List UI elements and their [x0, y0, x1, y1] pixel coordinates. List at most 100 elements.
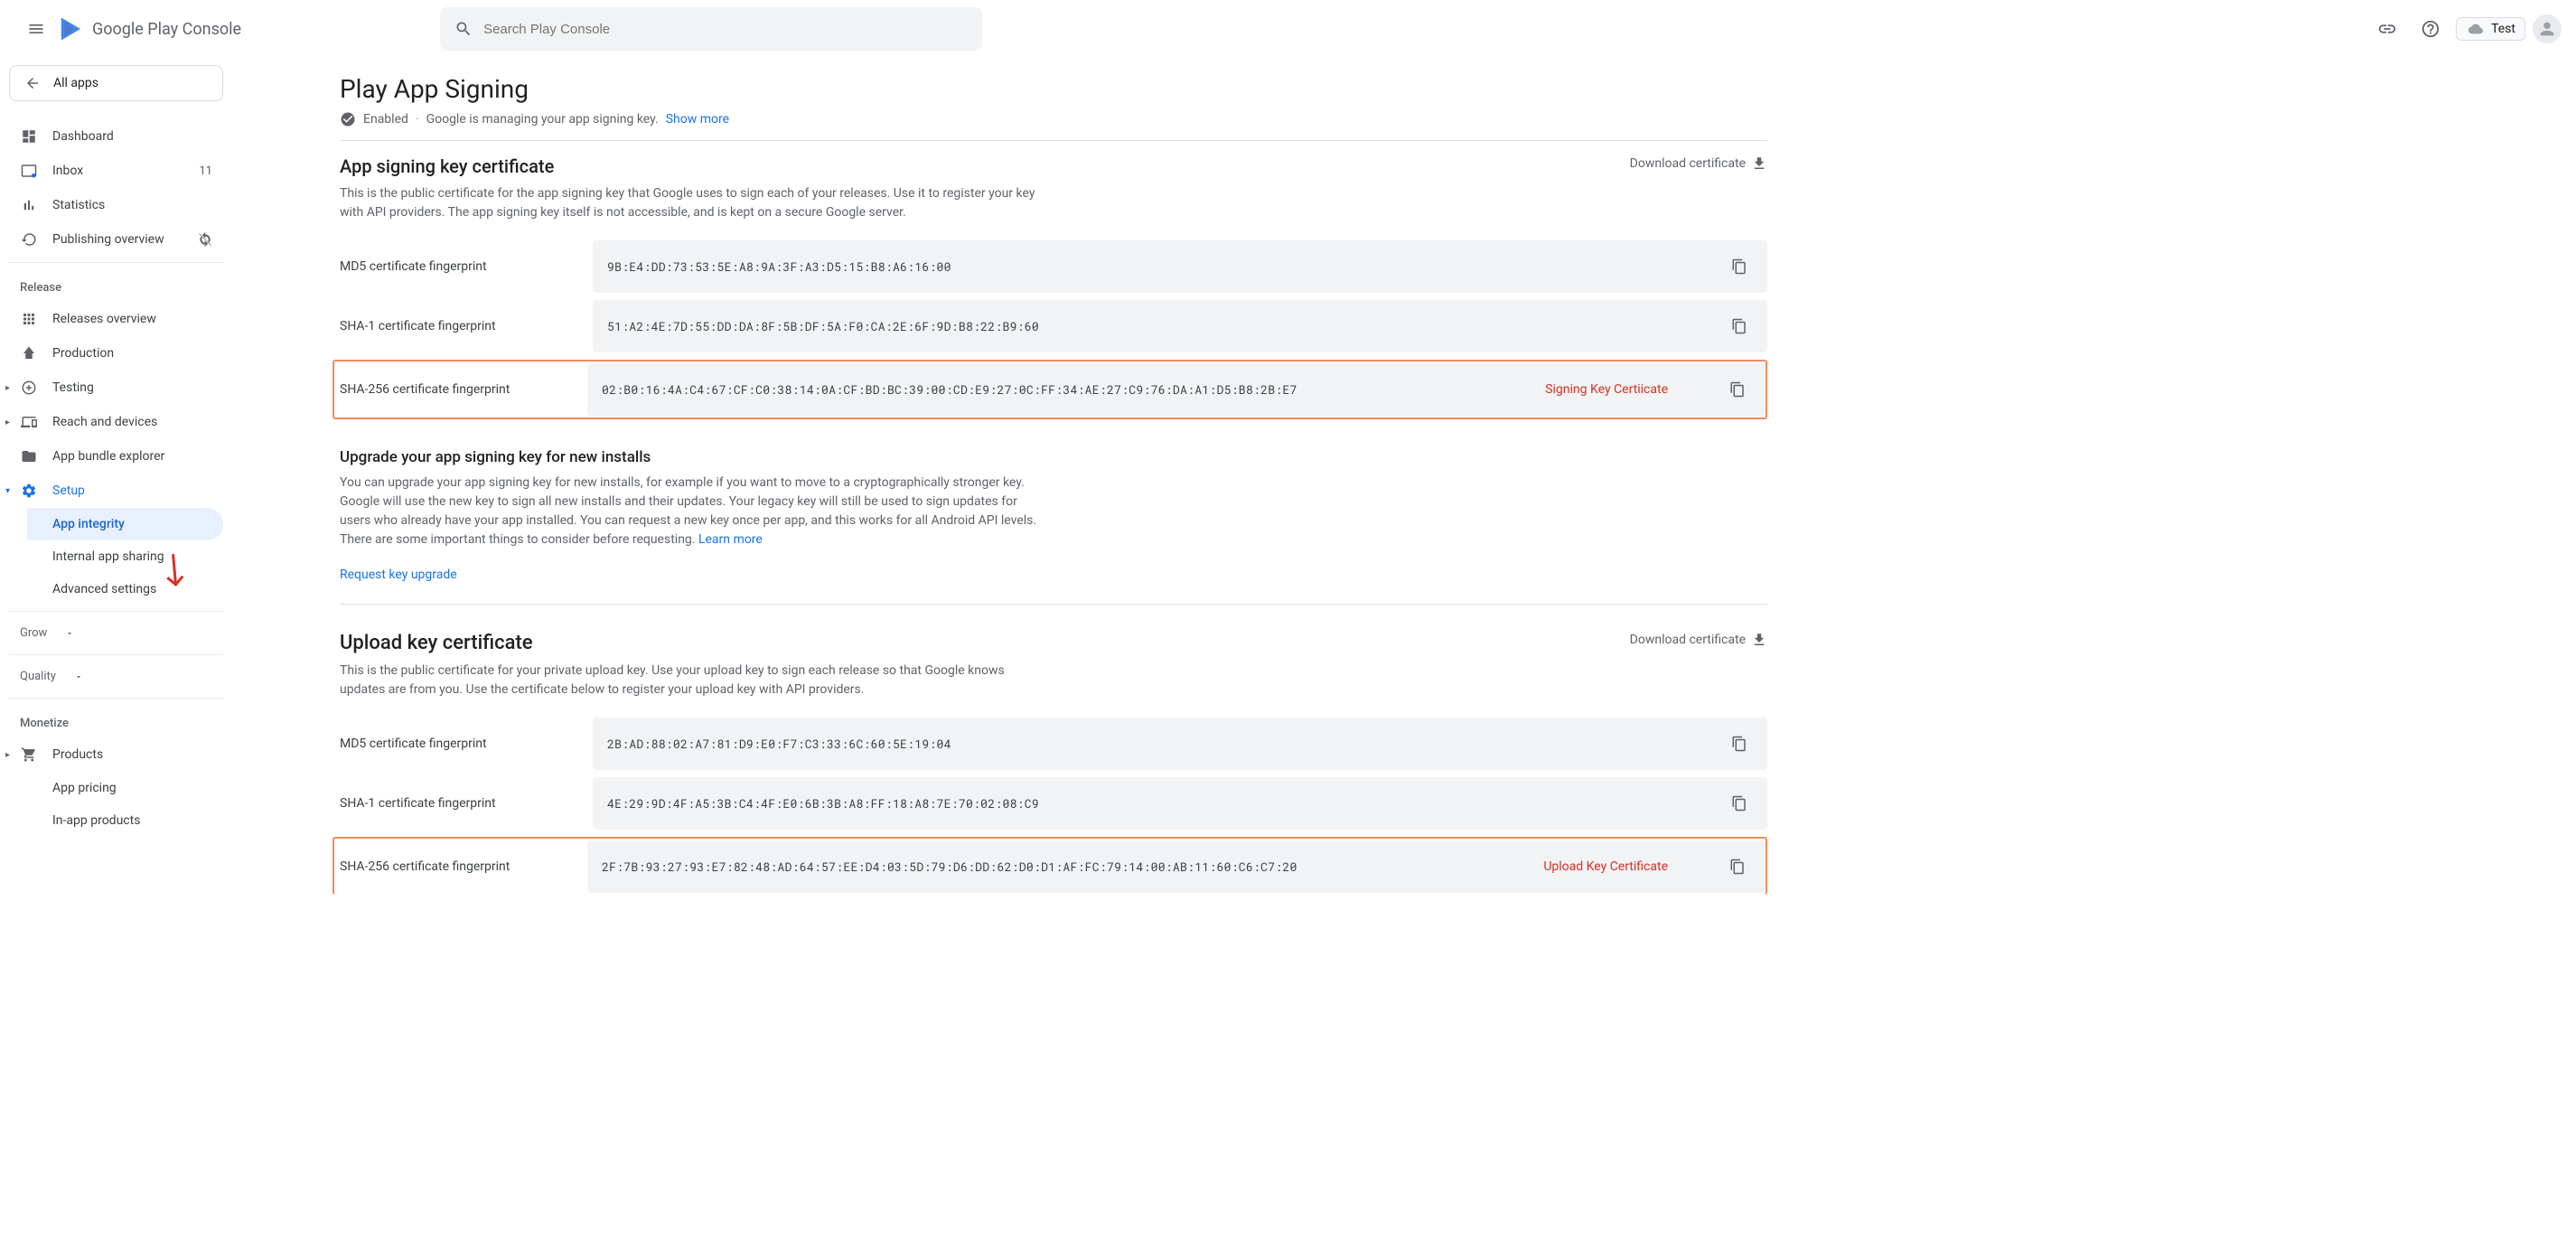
download-icon	[1751, 155, 1767, 172]
header-actions: Test	[2369, 11, 2562, 47]
sync-off-icon	[198, 232, 212, 247]
copy-button[interactable]	[1726, 313, 1753, 340]
upload-annotation: Upload Key Certificate	[1543, 859, 1713, 874]
fp-value: 4E:29:9D:4F:A5:3B:C4:4F:E0:6B:3B:A8:FF:1…	[607, 795, 1039, 812]
nav-label: Reach and devices	[52, 415, 157, 429]
learn-more-link[interactable]: Learn more	[698, 532, 763, 547]
signing-sha256-highlight: SHA-256 certificate fingerprint 02:B0:16…	[333, 360, 1767, 419]
nav-testing[interactable]: Testing	[9, 371, 223, 405]
nav-label: Testing	[52, 380, 94, 395]
search-box[interactable]	[440, 7, 982, 51]
nav-publishing[interactable]: Publishing overview	[9, 222, 223, 257]
devices-icon	[21, 414, 37, 430]
nav-setup[interactable]: Setup	[9, 474, 223, 508]
nav-dashboard[interactable]: Dashboard	[9, 119, 223, 154]
nav-advanced-settings[interactable]: Advanced settings	[9, 573, 223, 605]
upload-sha1-row: SHA-1 certificate fingerprint 4E:29:9D:4…	[340, 777, 1767, 830]
app-selector[interactable]: Test	[2456, 17, 2525, 41]
nav-label: Statistics	[52, 198, 105, 212]
upload-md5-row: MD5 certificate fingerprint 2B:AD:88:02:…	[340, 718, 1767, 770]
top-header: Google Play Console Test	[0, 0, 2576, 58]
sidebar: All apps Dashboard Inbox 11 Statistics P…	[0, 58, 231, 938]
copy-icon	[1729, 859, 1746, 875]
help-button[interactable]	[2412, 11, 2449, 47]
nav-releases-overview[interactable]: Releases overview	[9, 302, 223, 336]
status-row: Enabled · Google is managing your app si…	[340, 111, 1767, 141]
copy-button[interactable]	[1724, 376, 1751, 403]
show-more-link[interactable]: Show more	[666, 112, 729, 127]
publish-icon	[21, 231, 37, 248]
nav-label: Dashboard	[52, 129, 114, 144]
signing-section-title: App signing key certificate	[340, 155, 554, 177]
all-apps-button[interactable]: All apps	[9, 65, 223, 101]
nav-label: Advanced settings	[52, 582, 156, 596]
download-signing-cert[interactable]: Download certificate	[1630, 155, 1767, 172]
back-arrow-icon	[24, 75, 41, 91]
request-upgrade-link[interactable]: Request key upgrade	[340, 568, 1767, 605]
upload-sha256-highlight: SHA-256 certificate fingerprint 2F:7B:93…	[333, 837, 1767, 895]
upload-section-desc: This is the public certificate for your …	[340, 654, 1044, 718]
copy-button[interactable]	[1724, 853, 1751, 880]
flask-icon	[21, 380, 37, 396]
all-apps-label: All apps	[53, 76, 98, 90]
nav-app-pricing[interactable]: App pricing	[9, 772, 223, 804]
user-avatar[interactable]	[2533, 14, 2562, 43]
signing-sha1-row: SHA-1 certificate fingerprint 51:A2:4E:7…	[340, 300, 1767, 352]
nav-label: App bundle explorer	[52, 449, 164, 464]
dashboard-icon	[21, 128, 37, 145]
nav-internal-sharing[interactable]: Internal app sharing	[9, 540, 223, 573]
search-icon	[454, 20, 473, 38]
monetize-section-header: Monetize	[9, 704, 223, 737]
release-section-header: Release	[9, 268, 223, 302]
nav-inapp-products[interactable]: In-app products	[9, 804, 223, 837]
inbox-icon	[21, 163, 37, 179]
fp-value: 02:B0:16:4A:C4:67:CF:C0:38:14:0A:CF:BD:B…	[602, 381, 1297, 398]
bundle-icon	[21, 448, 37, 465]
nav-app-integrity[interactable]: App integrity	[27, 508, 223, 540]
nav-production[interactable]: Production	[9, 336, 223, 371]
chevron-down-icon	[65, 629, 74, 638]
copy-icon	[1731, 258, 1747, 275]
menu-icon	[27, 20, 45, 38]
nav-label: App integrity	[52, 517, 125, 531]
nav-label: Publishing overview	[52, 232, 164, 247]
nav-inbox[interactable]: Inbox 11	[9, 154, 223, 188]
upgrade-desc: You can upgrade your app signing key for…	[340, 466, 1044, 568]
cart-icon	[21, 746, 37, 763]
copy-button[interactable]	[1726, 790, 1753, 817]
nav-reach[interactable]: Reach and devices	[9, 405, 223, 439]
nav-statistics[interactable]: Statistics	[9, 188, 223, 222]
copy-button[interactable]	[1726, 730, 1753, 757]
nav-label: Products	[52, 747, 103, 762]
search-input[interactable]	[483, 22, 968, 37]
nav-label: Setup	[52, 483, 85, 498]
quality-section-header[interactable]: Quality	[9, 661, 223, 692]
copy-icon	[1729, 381, 1746, 398]
cloud-icon	[2466, 22, 2486, 36]
grow-section-header[interactable]: Grow	[9, 617, 223, 649]
copy-icon	[1731, 736, 1747, 752]
fp-label: MD5 certificate fingerprint	[340, 259, 593, 274]
fp-value: 51:A2:4E:7D:55:DD:DA:8F:5B:DF:5A:F0:CA:2…	[607, 318, 1039, 334]
chevron-down-icon	[74, 672, 83, 681]
link-button[interactable]	[2369, 11, 2405, 47]
nav-products[interactable]: Products	[9, 737, 223, 772]
fp-label: SHA-1 certificate fingerprint	[340, 796, 593, 811]
play-logo-icon	[58, 15, 85, 42]
main-content: Play App Signing Enabled · Google is man…	[231, 58, 1858, 938]
fp-label: MD5 certificate fingerprint	[340, 737, 593, 751]
app-name: Test	[2491, 22, 2515, 36]
logo[interactable]: Google Play Console	[58, 15, 241, 42]
fp-label: SHA-1 certificate fingerprint	[340, 319, 593, 333]
fp-label: SHA-256 certificate fingerprint	[340, 382, 587, 397]
upload-section-title: Upload key certificate	[340, 632, 533, 654]
stats-icon	[21, 197, 37, 213]
copy-button[interactable]	[1726, 253, 1753, 280]
download-upload-cert[interactable]: Download certificate	[1630, 632, 1767, 648]
nav-bundle-explorer[interactable]: App bundle explorer	[9, 439, 223, 474]
link-icon	[2377, 19, 2397, 39]
inbox-badge: 11	[199, 164, 212, 178]
hamburger-menu[interactable]	[14, 7, 58, 51]
fp-value: 2B:AD:88:02:A7:81:D9:E0:F7:C3:33:6C:60:5…	[607, 736, 951, 752]
status-desc: Google is managing your app signing key.	[426, 112, 659, 127]
